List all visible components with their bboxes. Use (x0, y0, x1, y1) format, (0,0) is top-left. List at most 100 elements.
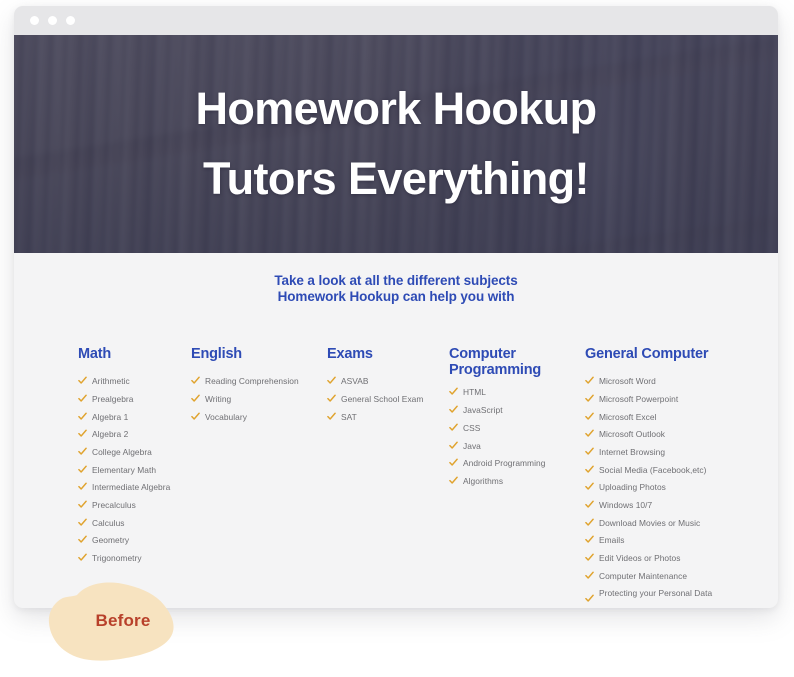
list-item-label: Social Media (Facebook,etc) (599, 464, 707, 475)
list-item-label: Protecting your Personal Data (599, 588, 713, 599)
checkmark-icon (585, 500, 594, 509)
list-item-label: Trigonometry (92, 553, 142, 564)
list-item: Calculus (78, 517, 191, 529)
list-item: Geometry (78, 534, 191, 546)
browser-window: Homework Hookup Tutors Everything! Take … (14, 6, 778, 608)
checkmark-icon (78, 465, 87, 474)
list-item-label: Vocabulary (205, 411, 247, 422)
subject-list-exams: ASVAB General School Exam SAT (327, 375, 449, 423)
list-item: Intermediate Algebra (78, 481, 191, 493)
list-item-label: Elementary Math (92, 464, 157, 475)
maximize-dot-icon[interactable] (66, 16, 75, 25)
list-item: Precalculus (78, 499, 191, 511)
checkmark-icon (78, 500, 87, 509)
list-item-label: ASVAB (341, 376, 369, 387)
list-item: Algebra 1 (78, 411, 191, 423)
list-item: Computer Maintenance (585, 570, 765, 582)
checkmark-icon (585, 412, 594, 421)
checkmark-icon (191, 412, 200, 421)
checkmark-icon (585, 571, 594, 580)
list-item: Microsoft Word (585, 375, 765, 387)
list-item-label: Prealgebra (92, 393, 134, 404)
checkmark-icon (585, 447, 594, 456)
list-item: Microsoft Outlook (585, 428, 765, 440)
list-item-label: Emails (599, 535, 625, 546)
list-item: Algebra 2 (78, 428, 191, 440)
checkmark-icon (585, 429, 594, 438)
list-item: Trigonometry (78, 552, 191, 564)
subject-list-computer-programming: HTML JavaScript CSS Java Android Program… (449, 386, 585, 487)
subject-list-english: Reading Comprehension Writing Vocabulary (191, 375, 327, 423)
checkmark-icon (449, 423, 458, 432)
checkmark-icon (78, 447, 87, 456)
checkmark-icon (327, 394, 336, 403)
checkmark-icon (585, 594, 594, 603)
checkmark-icon (191, 376, 200, 385)
list-item: Social Media (Facebook,etc) (585, 464, 765, 476)
subject-column-math: Math Arithmetic Prealgebra Algebra 1 Alg… (78, 346, 191, 570)
list-item: Emails (585, 534, 765, 546)
checkmark-icon (449, 441, 458, 450)
checkmark-icon (191, 394, 200, 403)
close-dot-icon[interactable] (30, 16, 39, 25)
before-badge: Before (44, 578, 194, 664)
checkmark-icon (449, 387, 458, 396)
list-item: Reading Comprehension (191, 375, 327, 387)
checkmark-icon (327, 412, 336, 421)
list-item: Algorithms (449, 475, 585, 487)
column-heading-general-computer: General Computer (585, 346, 709, 362)
subject-column-general-computer: General Computer Microsoft Word Microsof… (585, 346, 765, 605)
list-item-label: Microsoft Outlook (599, 429, 666, 440)
list-item: Vocabulary (191, 411, 327, 423)
checkmark-icon (78, 535, 87, 544)
list-item-label: CSS (463, 422, 481, 433)
hero-banner: Homework Hookup Tutors Everything! (14, 35, 778, 253)
list-item-label: Microsoft Excel (599, 411, 657, 422)
checkmark-icon (78, 376, 87, 385)
list-item: Edit Videos or Photos (585, 552, 765, 564)
list-item-label: Geometry (92, 535, 130, 546)
checkmark-icon (78, 412, 87, 421)
list-item: Java (449, 440, 585, 452)
browser-titlebar (14, 6, 778, 35)
intro-line-1: Take a look at all the different subject… (274, 273, 518, 288)
list-item: Prealgebra (78, 393, 191, 405)
list-item-label: HTML (463, 387, 486, 398)
hero-content: Homework Hookup Tutors Everything! (14, 35, 778, 253)
checkmark-icon (585, 535, 594, 544)
list-item: JavaScript (449, 404, 585, 416)
list-item-label: JavaScript (463, 405, 503, 416)
checkmark-icon (78, 394, 87, 403)
list-item-label: Reading Comprehension (205, 376, 299, 387)
list-item-label: Windows 10/7 (599, 500, 653, 511)
checkmark-icon (78, 518, 87, 527)
minimize-dot-icon[interactable] (48, 16, 57, 25)
list-item-label: Calculus (92, 517, 125, 528)
list-item: Download Movies or Music (585, 517, 765, 529)
list-item-label: Algorithms (463, 475, 504, 486)
list-item: ASVAB (327, 375, 449, 387)
list-item-label: Edit Videos or Photos (599, 553, 681, 564)
subject-column-exams: Exams ASVAB General School Exam SAT (327, 346, 449, 428)
list-item-label: Microsoft Powerpoint (599, 393, 679, 404)
checkmark-icon (78, 482, 87, 491)
hero-title-line-2: Tutors Everything! (203, 153, 590, 204)
list-item-label: Algebra 2 (92, 429, 129, 440)
list-item: HTML (449, 386, 585, 398)
list-item: Internet Browsing (585, 446, 765, 458)
column-heading-english: English (191, 346, 242, 362)
checkmark-icon (585, 553, 594, 562)
badge-label: Before (95, 611, 151, 630)
intro-line-2: Homework Hookup can help you with (277, 288, 515, 304)
checkmark-icon (78, 553, 87, 562)
checkmark-icon (78, 429, 87, 438)
list-item: Microsoft Powerpoint (585, 393, 765, 405)
list-item: CSS (449, 422, 585, 434)
hero-title-line-1: Homework Hookup (195, 83, 597, 135)
list-item: Elementary Math (78, 464, 191, 476)
subject-list-math: Arithmetic Prealgebra Algebra 1 Algebra … (78, 375, 191, 564)
list-item-label: Internet Browsing (599, 446, 666, 457)
list-item-label: SAT (341, 411, 357, 422)
list-item: Protecting your Personal Data (585, 587, 765, 603)
checkmark-icon (449, 476, 458, 485)
